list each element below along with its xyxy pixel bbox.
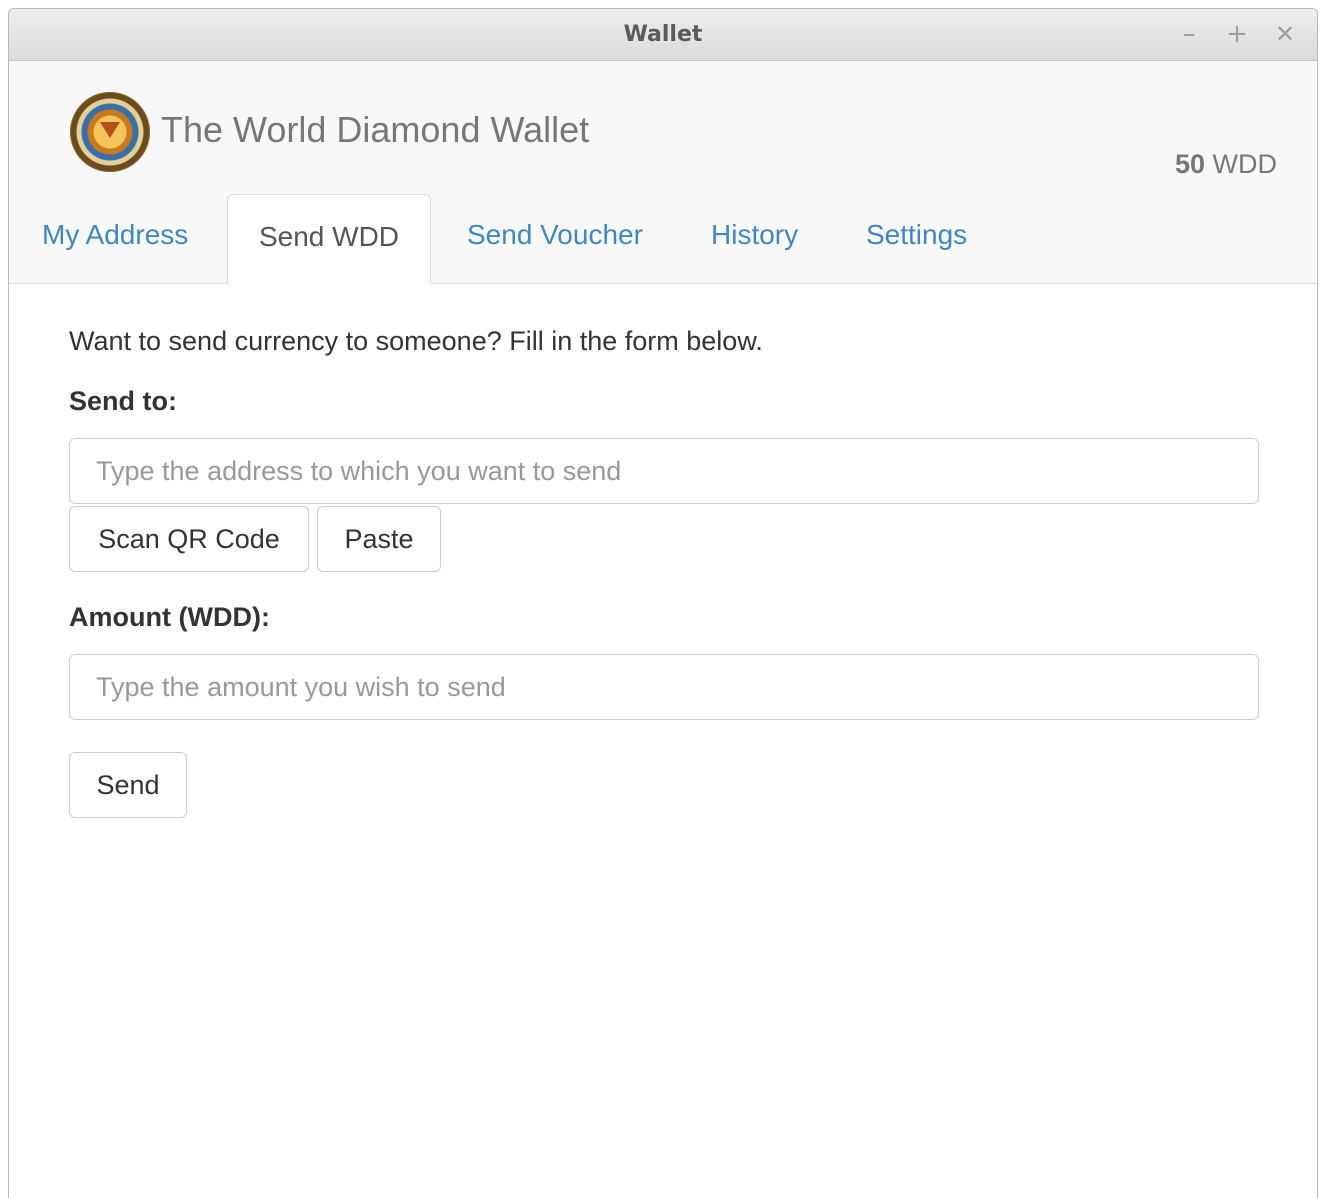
- balance-display: 50 WDD: [1175, 149, 1277, 180]
- send-button[interactable]: Send: [69, 752, 187, 818]
- tab-my-address[interactable]: My Address: [42, 193, 188, 277]
- tab-bar: My Address Send WDD Send Voucher History…: [9, 191, 1317, 284]
- brand-title: The World Diamond Wallet: [161, 109, 590, 150]
- title-bar[interactable]: Wallet – + ✕: [9, 9, 1317, 61]
- address-input[interactable]: [69, 438, 1259, 504]
- window-title: Wallet: [623, 22, 703, 47]
- send-to-label: Send to:: [69, 386, 177, 416]
- diamond-seal-logo-icon: [70, 92, 150, 172]
- tab-settings[interactable]: Settings: [866, 193, 967, 277]
- wallet-window: Wallet – + ✕ The World Diamond Wallet 50…: [8, 8, 1318, 1198]
- maximize-icon[interactable]: +: [1220, 19, 1254, 49]
- tab-history[interactable]: History: [711, 193, 798, 277]
- tab-send-wdd[interactable]: Send WDD: [227, 194, 431, 284]
- amount-label: Amount (WDD):: [69, 602, 270, 632]
- app-header: The World Diamond Wallet 50 WDD My Addre…: [9, 61, 1317, 284]
- amount-input[interactable]: [69, 654, 1259, 720]
- form-intro: Want to send currency to someone? Fill i…: [69, 326, 763, 356]
- minimize-icon[interactable]: –: [1172, 19, 1206, 49]
- close-icon[interactable]: ✕: [1268, 19, 1302, 49]
- diamond-icon: [100, 122, 120, 138]
- balance-unit: WDD: [1212, 149, 1277, 179]
- balance-value: 50: [1174, 149, 1205, 179]
- scan-qr-button[interactable]: Scan QR Code: [69, 506, 309, 572]
- paste-button[interactable]: Paste: [317, 506, 441, 572]
- tab-send-voucher[interactable]: Send Voucher: [467, 193, 643, 277]
